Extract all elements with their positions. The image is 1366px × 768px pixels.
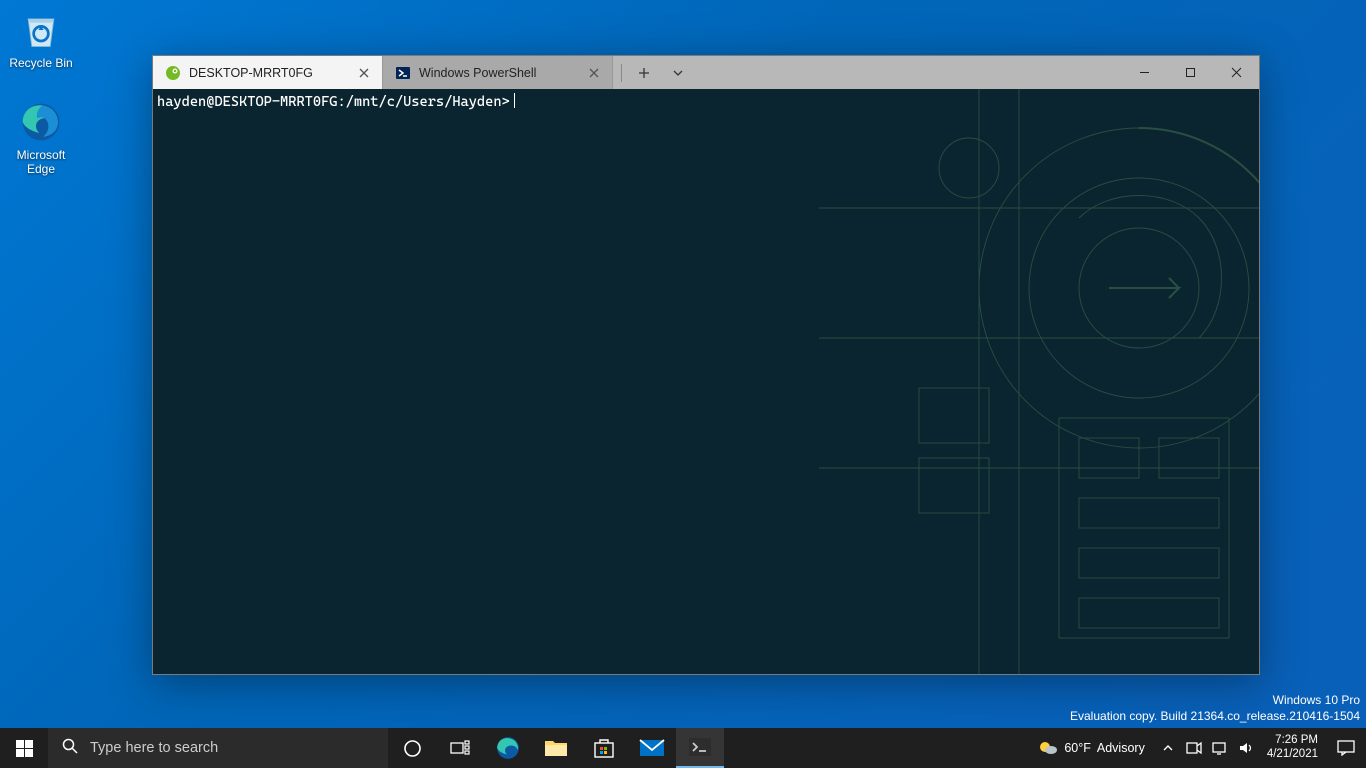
taskbar-weather[interactable]: 60°F Advisory (1028, 738, 1154, 758)
profile-dropdown-button[interactable] (664, 61, 692, 85)
taskbar-mail-icon[interactable] (628, 728, 676, 768)
terminal-body[interactable]: hayden@DESKTOP-MRRT0FG:/mnt/c/Users/Hayd… (153, 89, 1259, 674)
new-tab-button[interactable] (630, 61, 658, 85)
tray-volume-icon[interactable] (1233, 741, 1259, 755)
powershell-icon (395, 65, 411, 81)
close-tab-icon[interactable] (586, 65, 602, 81)
minimize-button[interactable] (1121, 56, 1167, 89)
titlebar[interactable]: DESKTOP-MRRT0FG Windows PowerShell (153, 56, 1259, 89)
cortana-button[interactable] (388, 728, 436, 768)
close-window-button[interactable] (1213, 56, 1259, 89)
divider (621, 64, 622, 82)
watermark-line1: Windows 10 Pro (1070, 692, 1360, 708)
desktop-icon-label: Microsoft Edge (6, 148, 76, 177)
search-icon (62, 738, 78, 758)
close-tab-icon[interactable] (356, 65, 372, 81)
taskbar-search-input[interactable]: Type here to search (48, 728, 388, 768)
tab-powershell[interactable]: Windows PowerShell (383, 56, 613, 89)
maximize-button[interactable] (1167, 56, 1213, 89)
task-view-button[interactable] (436, 728, 484, 768)
taskbar-terminal-icon[interactable] (676, 728, 724, 768)
taskbar-store-icon[interactable] (580, 728, 628, 768)
microsoft-edge-icon[interactable]: Microsoft Edge (6, 98, 76, 177)
clock-time: 7:26 PM (1267, 734, 1318, 748)
cursor (514, 93, 516, 108)
desktop-watermark: Windows 10 Pro Evaluation copy. Build 21… (1070, 692, 1360, 724)
clock-date: 4/21/2021 (1267, 748, 1318, 762)
desktop-icon-label: Recycle Bin (6, 56, 76, 70)
tray-overflow-icon[interactable] (1155, 741, 1181, 755)
tray-meet-now-icon[interactable] (1181, 741, 1207, 755)
weather-cond: Advisory (1097, 741, 1145, 755)
action-center-button[interactable] (1326, 740, 1366, 756)
taskbar-clock[interactable]: 7:26 PM 4/21/2021 (1259, 734, 1326, 762)
recycle-bin-icon[interactable]: Recycle Bin (6, 6, 76, 70)
windows-terminal-window: DESKTOP-MRRT0FG Windows PowerShell (152, 55, 1260, 675)
taskbar-edge-icon[interactable] (484, 728, 532, 768)
terminal-prompt: hayden@DESKTOP-MRRT0FG:/mnt/c/Users/Hayd… (157, 94, 510, 110)
tab-label: DESKTOP-MRRT0FG (189, 66, 356, 80)
taskbar: Type here to search 60°F Advisory (0, 728, 1366, 768)
tab-label: Windows PowerShell (419, 66, 586, 80)
search-placeholder: Type here to search (90, 740, 218, 756)
taskbar-file-explorer-icon[interactable] (532, 728, 580, 768)
watermark-line2: Evaluation copy. Build 21364.co_release.… (1070, 708, 1360, 724)
start-button[interactable] (0, 728, 48, 768)
weather-temp: 60°F (1064, 741, 1091, 755)
tray-network-icon[interactable] (1207, 741, 1233, 755)
tab-opensuse[interactable]: DESKTOP-MRRT0FG (153, 56, 383, 89)
opensuse-icon (165, 65, 181, 81)
